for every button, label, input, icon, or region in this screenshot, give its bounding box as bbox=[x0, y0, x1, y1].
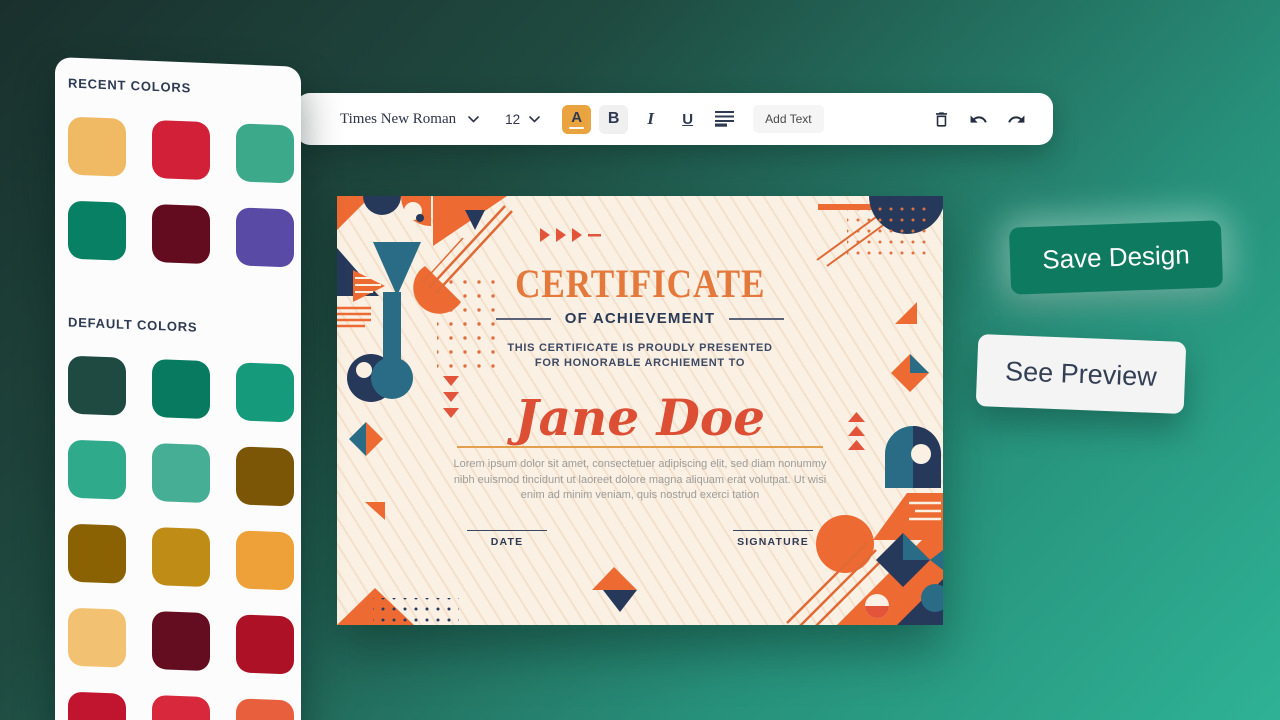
certificate-title: CERTIFICATE bbox=[337, 260, 943, 307]
format-button-group: A B I U bbox=[562, 105, 739, 134]
default-colors-grid bbox=[68, 356, 301, 720]
color-swatch[interactable] bbox=[68, 524, 126, 584]
align-left-icon bbox=[715, 111, 734, 127]
color-swatch[interactable] bbox=[68, 356, 126, 416]
signature-label: SIGNATURE bbox=[733, 536, 813, 548]
presented-line-2: FOR HONORABLE ARCHIEMENT TO bbox=[337, 356, 943, 371]
color-swatch[interactable] bbox=[236, 362, 294, 422]
presented-line-1: THIS CERTIFICATE IS PROUDLY PRESENTED bbox=[337, 341, 943, 356]
color-swatch[interactable] bbox=[68, 201, 126, 261]
recipient-name-text[interactable]: Jane Doe bbox=[337, 388, 943, 447]
default-colors-heading: DEFAULT COLORS bbox=[68, 315, 301, 339]
color-swatch[interactable] bbox=[236, 614, 294, 674]
undo-icon[interactable] bbox=[968, 110, 989, 129]
certificate-subtitle: OF ACHIEVEMENT bbox=[337, 310, 943, 327]
see-preview-button[interactable]: See Preview bbox=[976, 334, 1187, 414]
font-family-value: Times New Roman bbox=[340, 111, 456, 128]
save-design-button[interactable]: Save Design bbox=[1009, 220, 1223, 294]
underline-button[interactable]: U bbox=[673, 105, 702, 134]
recent-colors-grid bbox=[68, 117, 301, 268]
color-swatch[interactable] bbox=[68, 440, 126, 500]
certificate-decoration-arrows bbox=[540, 226, 602, 246]
text-toolbar: Times New Roman 12 A B I U Add Text bbox=[296, 93, 1053, 145]
date-block: DATE bbox=[467, 530, 547, 548]
color-swatch[interactable] bbox=[152, 443, 210, 503]
chevron-down-icon bbox=[529, 116, 540, 123]
color-swatch[interactable] bbox=[152, 120, 210, 180]
certificate-canvas[interactable]: CERTIFICATE OF ACHIEVEMENT THIS CERTIFIC… bbox=[337, 196, 943, 625]
color-swatch[interactable] bbox=[152, 359, 210, 419]
text-color-bar bbox=[569, 127, 584, 130]
certificate-decoration-diamond bbox=[589, 564, 639, 614]
recipient-underline bbox=[457, 446, 823, 448]
signature-block: SIGNATURE bbox=[733, 530, 813, 548]
subtitle-dash-right bbox=[729, 318, 784, 320]
color-swatch[interactable] bbox=[236, 207, 294, 267]
color-swatch[interactable] bbox=[236, 446, 294, 506]
subtitle-dash-left bbox=[496, 318, 551, 320]
color-swatch[interactable] bbox=[68, 608, 126, 668]
add-text-button[interactable]: Add Text bbox=[753, 105, 823, 133]
color-swatch[interactable] bbox=[152, 695, 210, 720]
redo-icon[interactable] bbox=[1006, 110, 1027, 129]
color-panel: RECENT COLORS DEFAULT COLORS bbox=[55, 57, 301, 720]
history-icon-group bbox=[932, 110, 1027, 129]
font-family-select[interactable]: Times New Roman bbox=[340, 111, 479, 128]
chevron-down-icon bbox=[468, 116, 479, 123]
font-size-select[interactable]: 12 bbox=[505, 112, 540, 127]
date-line bbox=[467, 530, 547, 531]
trash-icon[interactable] bbox=[932, 110, 951, 129]
date-label: DATE bbox=[467, 536, 547, 548]
bold-button[interactable]: B bbox=[599, 105, 628, 134]
color-swatch[interactable] bbox=[152, 204, 210, 264]
certificate-body-text: Lorem ipsum dolor sit amet, consectetuer… bbox=[449, 457, 831, 504]
align-button[interactable] bbox=[710, 105, 739, 134]
color-swatch[interactable] bbox=[68, 692, 126, 720]
certificate-decoration-bottom-left bbox=[337, 420, 467, 625]
recent-colors-heading: RECENT COLORS bbox=[68, 76, 301, 100]
color-swatch[interactable] bbox=[152, 611, 210, 671]
italic-button[interactable]: I bbox=[636, 105, 665, 134]
text-color-button[interactable]: A bbox=[562, 105, 591, 134]
certificate-presented-text: THIS CERTIFICATE IS PROUDLY PRESENTED FO… bbox=[337, 341, 943, 371]
color-swatch[interactable] bbox=[152, 527, 210, 587]
color-swatch[interactable] bbox=[68, 117, 126, 177]
color-swatch[interactable] bbox=[236, 123, 294, 183]
color-swatch[interactable] bbox=[236, 698, 294, 720]
font-size-value: 12 bbox=[505, 112, 520, 127]
color-swatch[interactable] bbox=[236, 530, 294, 590]
signature-line bbox=[733, 530, 813, 531]
